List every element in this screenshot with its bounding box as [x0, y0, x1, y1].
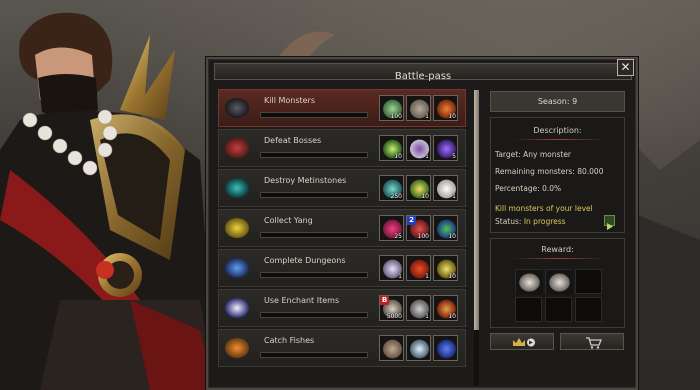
- item-quantity: 10: [421, 193, 429, 200]
- silver-ore-icon[interactable]: 1: [406, 295, 431, 321]
- pearl-icon[interactable]: [406, 335, 431, 361]
- task-progress-bar: [260, 272, 368, 278]
- green-potion-icon[interactable]: 10: [406, 175, 431, 201]
- task-progress-bar: [260, 192, 368, 198]
- item-badge: B: [380, 296, 389, 305]
- task-list: Kill Monsters 100 1 10 Defeat Bosses 10 1 5 Dest…: [218, 89, 466, 390]
- armor-set-icon[interactable]: [515, 269, 543, 295]
- red-scroll-icon[interactable]: 25: [379, 215, 404, 241]
- play-icon[interactable]: [604, 215, 615, 230]
- item-quantity: 1: [425, 153, 429, 160]
- green-crystal-icon[interactable]: 10: [379, 135, 404, 161]
- enchant-icon: [223, 294, 251, 322]
- task-progress-bar: [260, 112, 368, 118]
- boss-icon: [223, 134, 251, 162]
- item-quantity: 10: [448, 273, 456, 280]
- task-name: Complete Dungeons: [264, 256, 346, 265]
- item-quantity: 5: [452, 153, 456, 160]
- armor-set-icon[interactable]: [545, 269, 573, 295]
- item-quantity: 1: [425, 313, 429, 320]
- title-bar[interactable]: Battle-pass: [214, 63, 632, 82]
- armor-icon[interactable]: B 5000: [379, 295, 404, 321]
- status-line: Status: In progress: [495, 217, 566, 226]
- task-progress-bar: [260, 152, 368, 158]
- crown-arrow-icon: [513, 338, 535, 347]
- gold-gem-icon[interactable]: 10: [433, 255, 458, 281]
- item-quantity: 10: [394, 153, 402, 160]
- task-name: Destroy Metinstones: [264, 176, 347, 185]
- scroll-icon[interactable]: 1: [406, 135, 431, 161]
- teal-chest-icon[interactable]: 250: [379, 175, 404, 201]
- task-row[interactable]: Complete Dungeons 1 1 10: [218, 249, 466, 287]
- heading-divider: [511, 139, 606, 140]
- green-chest-icon[interactable]: 100: [379, 95, 404, 121]
- close-button[interactable]: ✕: [617, 59, 634, 76]
- goal-text: Kill monsters of your level: [495, 204, 593, 213]
- item-quantity: 250: [390, 193, 402, 200]
- task-name: Kill Monsters: [264, 96, 316, 105]
- empty-reward-slot[interactable]: [575, 297, 602, 322]
- spider-icon: [223, 94, 251, 122]
- percentage-text: Percentage: 0.0%: [495, 184, 562, 193]
- lollipop-icon[interactable]: 1: [379, 255, 404, 281]
- purple-gem-icon[interactable]: 5: [433, 135, 458, 161]
- rock-icon[interactable]: [379, 335, 404, 361]
- task-progress-bar: [260, 232, 368, 238]
- blue-potion-icon[interactable]: 10: [433, 215, 458, 241]
- fish-icon: [223, 334, 251, 362]
- item-quantity: 25: [394, 233, 402, 240]
- heading-divider: [511, 258, 606, 259]
- status-value: In progress: [523, 217, 566, 226]
- item-quantity: 5000: [386, 313, 402, 320]
- item-quantity: 100: [417, 233, 429, 240]
- item-badge: 2: [407, 216, 416, 225]
- task-name: Use Enchant Items: [264, 296, 340, 305]
- task-list-scrollbar[interactable]: [474, 90, 479, 386]
- task-row[interactable]: Defeat Bosses 10 1 5: [218, 129, 466, 167]
- claim-rewards-button[interactable]: [490, 333, 554, 350]
- item-quantity: 1: [398, 273, 402, 280]
- red-orb-icon[interactable]: 10: [433, 95, 458, 121]
- task-name: Collect Yang: [264, 216, 313, 225]
- item-quantity: 10: [448, 313, 456, 320]
- task-row[interactable]: Destroy Metinstones 250 10 1: [218, 169, 466, 207]
- reward-heading: Reward:: [541, 245, 574, 254]
- description-heading: Description:: [533, 126, 582, 135]
- shop-button[interactable]: [560, 333, 624, 350]
- task-row[interactable]: Collect Yang 25 2 100 10: [218, 209, 466, 247]
- blue-book-icon[interactable]: [433, 335, 458, 361]
- red-book-icon[interactable]: 10: [433, 295, 458, 321]
- shopping-cart-icon: [586, 337, 602, 349]
- task-name: Defeat Bosses: [264, 136, 322, 145]
- dungeon-icon: [223, 254, 251, 282]
- scroll-thumb[interactable]: [474, 90, 479, 330]
- empty-reward-slot[interactable]: [545, 297, 572, 322]
- season-label: Season: 9: [490, 91, 625, 112]
- metinstone-icon: [223, 174, 251, 202]
- stone-icon[interactable]: 1: [406, 95, 431, 121]
- item-quantity: 1: [452, 193, 456, 200]
- task-progress-bar: [260, 352, 368, 358]
- item-quantity: 10: [448, 233, 456, 240]
- reward-panel: Reward:: [490, 238, 625, 328]
- item-quantity: 1: [425, 273, 429, 280]
- task-name: Catch Fishes: [264, 336, 315, 345]
- task-row[interactable]: Catch Fishes: [218, 329, 466, 367]
- item-quantity: 1: [425, 113, 429, 120]
- empty-reward-slot[interactable]: [515, 297, 542, 322]
- empty-reward-slot[interactable]: [575, 269, 602, 294]
- yang-coins-icon: [223, 214, 251, 242]
- target-text: Target: Any monster: [495, 150, 572, 159]
- window-title: Battle-pass: [394, 71, 452, 82]
- remaining-text: Remaining monsters: 80.000: [495, 167, 604, 176]
- task-row[interactable]: Use Enchant Items B 5000 1 10: [218, 289, 466, 327]
- task-row[interactable]: Kill Monsters 100 1 10: [218, 89, 466, 127]
- feather-icon[interactable]: 1: [406, 255, 431, 281]
- item-quantity: 10: [448, 113, 456, 120]
- status-label: Status:: [495, 217, 522, 226]
- red-chest-icon[interactable]: 2 100: [406, 215, 431, 241]
- white-sack-icon[interactable]: 1: [433, 175, 458, 201]
- task-progress-bar: [260, 312, 368, 318]
- item-quantity: 100: [390, 113, 402, 120]
